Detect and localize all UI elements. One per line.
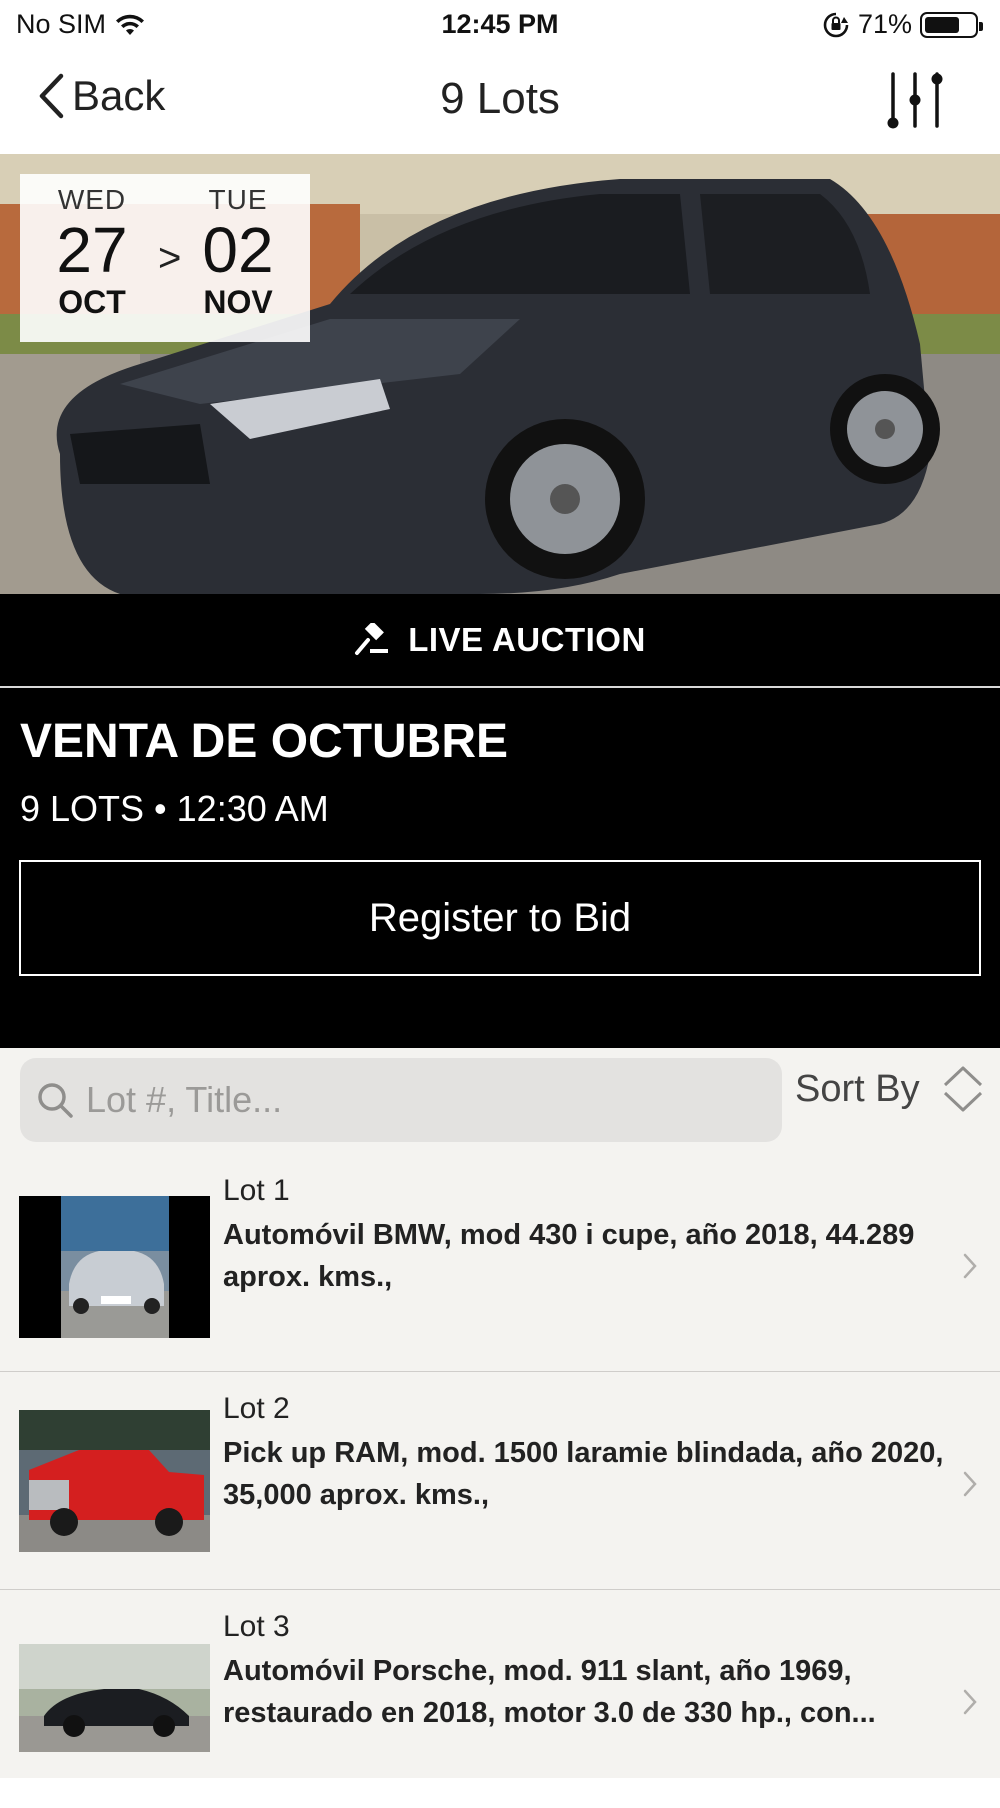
start-day: WED xyxy=(57,184,127,215)
register-to-bid-button[interactable]: Register to Bid xyxy=(19,860,981,976)
lot-number: Lot 3 xyxy=(223,1610,290,1643)
lot-item-2[interactable]: Lot 2 Pick up RAM, mod. 1500 laramie bli… xyxy=(0,1372,1000,1590)
lot-title: Automóvil BMW, mod 430 i cupe, año 2018,… xyxy=(223,1219,915,1293)
battery-level xyxy=(925,16,960,33)
end-date: TUE 02 NOV xyxy=(178,184,298,321)
lot-thumbnail xyxy=(19,1196,210,1338)
hero-image: WED 27 OCT > TUE 02 NOV xyxy=(0,154,1000,594)
search-sort-bar: Sort By xyxy=(0,1048,1000,1154)
auction-info: LIVE AUCTION VENTA DE OCTUBRE 9 LOTS • 1… xyxy=(0,594,1000,1048)
lot-item-1[interactable]: Lot 1 Automóvil BMW, mod 430 i cupe, año… xyxy=(0,1154,1000,1372)
divider xyxy=(0,686,1000,688)
sort-by-button[interactable]: Sort By xyxy=(795,1064,984,1114)
end-day: TUE xyxy=(208,184,268,215)
status-right: 71% xyxy=(822,9,983,40)
search-box[interactable] xyxy=(20,1058,782,1142)
lot-item-3[interactable]: Lot 3 Automóvil Porsche, mod. 911 slant,… xyxy=(0,1590,1000,1808)
search-input[interactable] xyxy=(86,1079,766,1121)
lot-thumbnail xyxy=(19,1644,210,1752)
lot-number: Lot 1 xyxy=(223,1174,290,1207)
end-date-number: 02 xyxy=(202,214,274,286)
start-date: WED 27 OCT xyxy=(32,184,152,321)
sliders-icon xyxy=(887,72,943,129)
start-month: OCT xyxy=(58,284,126,320)
live-auction-label: LIVE AUCTION xyxy=(408,621,646,658)
sort-icon xyxy=(943,1066,982,1112)
lot-title: Automóvil Porsche, mod. 911 slant, año 1… xyxy=(223,1655,876,1729)
porsche-thumbnail xyxy=(19,1644,210,1752)
lot-title: Pick up RAM, mod. 1500 laramie blindada,… xyxy=(223,1437,944,1511)
bmw-thumbnail xyxy=(19,1196,210,1338)
nav-bar: Back 9 Lots xyxy=(0,50,1000,154)
start-date-number: 27 xyxy=(56,214,128,286)
rotation-lock-icon xyxy=(823,12,849,37)
chevron-right-icon xyxy=(963,1253,977,1279)
auction-meta: 9 LOTS • 12:30 AM xyxy=(20,788,329,829)
status-bar: No SIM 12:45 PM 71% xyxy=(0,0,1000,50)
battery-icon xyxy=(920,11,983,38)
lot-number: Lot 2 xyxy=(223,1392,290,1425)
sort-by-label: Sort By xyxy=(795,1067,920,1110)
auction-title: VENTA DE OCTUBRE xyxy=(20,715,509,768)
lot-list: Lot 1 Automóvil BMW, mod 430 i cupe, año… xyxy=(0,1154,1000,1778)
end-month: NOV xyxy=(203,284,273,320)
page-title: 9 Lots xyxy=(440,74,560,123)
search-icon xyxy=(38,1083,73,1118)
date-range-badge: WED 27 OCT > TUE 02 NOV xyxy=(20,174,310,342)
battery-percent: 71% xyxy=(857,9,912,39)
lot-thumbnail xyxy=(19,1410,210,1552)
ram-thumbnail xyxy=(19,1410,210,1552)
live-auction-banner: LIVE AUCTION xyxy=(0,594,1000,686)
filter-button[interactable] xyxy=(885,70,945,132)
gavel-icon xyxy=(355,623,389,655)
chevron-right-icon xyxy=(963,1689,977,1715)
chevron-right-icon xyxy=(963,1471,977,1497)
